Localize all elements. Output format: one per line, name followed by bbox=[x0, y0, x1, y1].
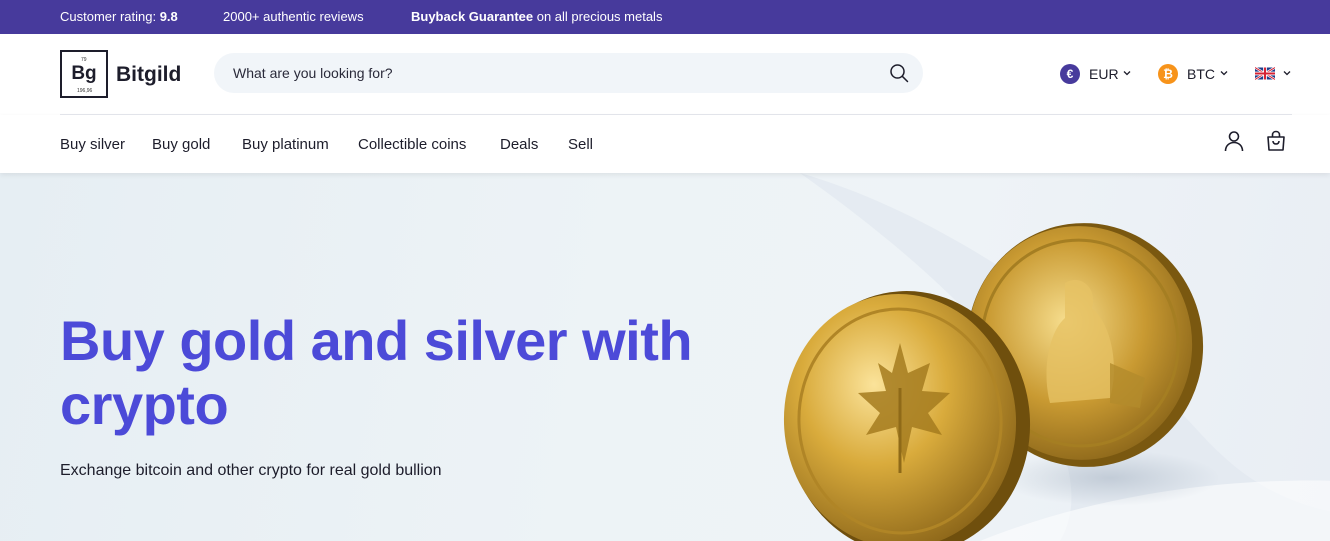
logo-symbol: Bg bbox=[71, 63, 97, 84]
search-icon[interactable] bbox=[889, 63, 909, 83]
hero-subtitle: Exchange bitcoin and other crypto for re… bbox=[60, 462, 442, 479]
gold-coins-image bbox=[783, 223, 1220, 541]
currency-label: EUR bbox=[1089, 66, 1119, 82]
uk-flag-icon bbox=[1255, 67, 1275, 80]
cart-icon[interactable] bbox=[1264, 129, 1288, 153]
reviews-text: 2000+ authentic reviews bbox=[223, 9, 364, 24]
rating-value: 9.8 bbox=[159, 9, 178, 24]
main-nav: Buy silver Buy gold Buy platinum Collect… bbox=[0, 115, 1330, 173]
buyback-title: Buyback Guarantee bbox=[411, 9, 534, 24]
buyback-text: on all precious metals bbox=[533, 9, 663, 24]
search-bar[interactable] bbox=[214, 53, 923, 93]
chevron-down-icon bbox=[1283, 71, 1291, 76]
nav-item-collectible-coins[interactable]: Collectible coins bbox=[358, 136, 466, 153]
hero-title: Buy gold and silver with crypto bbox=[60, 309, 693, 436]
nav-item-sell[interactable]: Sell bbox=[568, 136, 593, 153]
currency-selector[interactable]: € EUR bbox=[1060, 64, 1132, 84]
logo-atomic-mass: 196,96 bbox=[77, 88, 93, 94]
announcement-bar: Customer rating: 9.8 2000+ authentic rev… bbox=[0, 0, 1330, 34]
nav-item-buy-silver[interactable]: Buy silver bbox=[60, 136, 125, 153]
logo-mark[interactable]: 79 Bg 196,96 bbox=[60, 50, 108, 98]
search-input[interactable] bbox=[233, 53, 873, 93]
customer-rating: Customer rating: 9.8 bbox=[60, 9, 178, 24]
reviews-count: 2000+ authentic reviews bbox=[223, 9, 364, 24]
site-header: 79 Bg 196,96 Bitgild € EUR ₿ BTC bbox=[0, 34, 1330, 114]
chevron-down-icon bbox=[1220, 71, 1228, 76]
euro-icon: € bbox=[1060, 64, 1080, 84]
crypto-selector[interactable]: ₿ BTC bbox=[1158, 64, 1230, 84]
chevron-down-icon bbox=[1123, 71, 1131, 76]
nav-item-deals[interactable]: Deals bbox=[500, 136, 538, 153]
rating-label: Customer rating: bbox=[60, 9, 160, 24]
bitcoin-icon: ₿ bbox=[1158, 64, 1178, 84]
nav-item-buy-platinum[interactable]: Buy platinum bbox=[242, 136, 329, 153]
logo-name[interactable]: Bitgild bbox=[116, 63, 181, 87]
language-selector[interactable] bbox=[1255, 64, 1295, 84]
user-icon[interactable] bbox=[1222, 129, 1246, 153]
hero-section: Buy gold and silver with crypto Exchange… bbox=[0, 173, 1330, 541]
nav-item-buy-gold[interactable]: Buy gold bbox=[152, 136, 210, 153]
crypto-label: BTC bbox=[1187, 66, 1215, 82]
buyback-guarantee: Buyback Guarantee on all precious metals bbox=[411, 9, 662, 24]
